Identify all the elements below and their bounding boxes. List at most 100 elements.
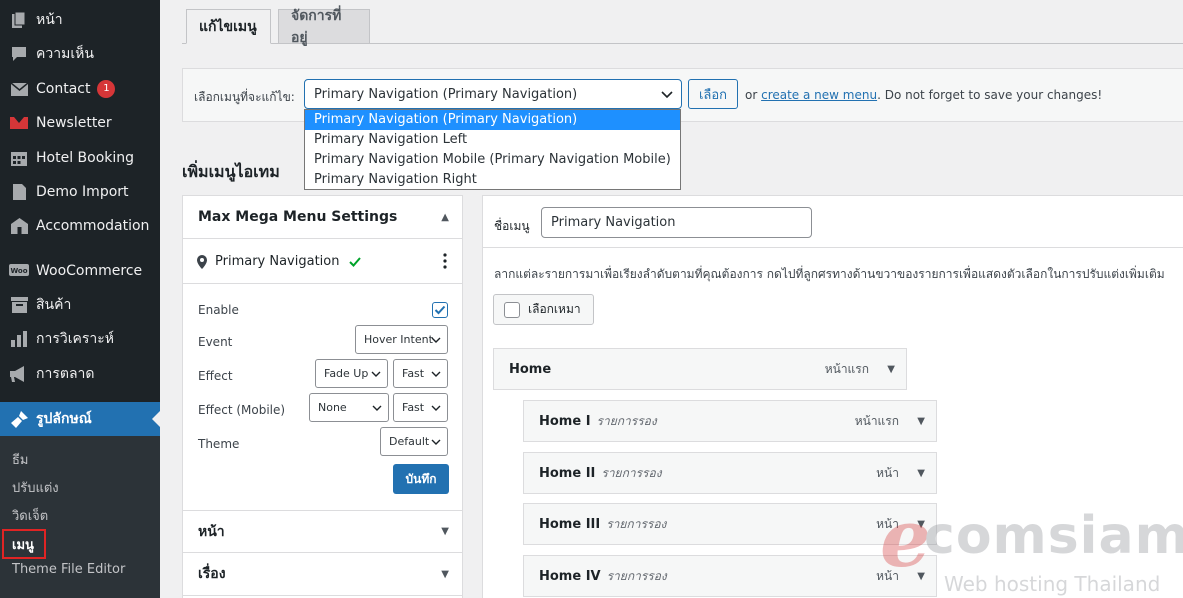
menu-item-bar[interactable]: Home IV รายการรอง หน้า ▼ bbox=[523, 555, 937, 597]
create-menu-note: or create a new menu. Do not forget to s… bbox=[745, 88, 1102, 102]
effect-value: Fade Up bbox=[324, 367, 369, 380]
mega-menu-title: Max Mega Menu Settings bbox=[198, 209, 398, 225]
tab-edit-menus[interactable]: แก้ไขเมนู bbox=[186, 9, 271, 44]
mega-menu-settings-header[interactable]: Max Mega Menu Settings ▲ bbox=[183, 196, 462, 239]
expand-arrow-icon[interactable]: ▼ bbox=[917, 468, 925, 479]
menu-select-value: Primary Navigation (Primary Navigation) bbox=[314, 86, 578, 102]
sidebar-item-demo-import[interactable]: Demo Import bbox=[0, 175, 160, 209]
enable-label: Enable bbox=[198, 303, 239, 317]
building-icon bbox=[9, 216, 29, 236]
sidebar-item-contact[interactable]: Contact 1 bbox=[0, 72, 160, 106]
accordion-pages-header[interactable]: หน้า ▼ bbox=[183, 510, 462, 553]
submenu-item-theme-file-editor[interactable]: Theme File Editor bbox=[12, 562, 125, 577]
sidebar-item-label: Accommodation bbox=[36, 218, 150, 234]
sidebar-item-appearance[interactable]: รูปลักษณ์ bbox=[0, 402, 160, 436]
menu-item-type: หน้า bbox=[876, 516, 899, 531]
tab-manage-locations[interactable]: จัดการที่อยู่ bbox=[278, 8, 370, 46]
event-select[interactable]: Hover Intent bbox=[355, 325, 448, 354]
menu-item-bar[interactable]: Home III รายการรอง หน้า ▼ bbox=[523, 503, 937, 545]
menu-item-title: Home I bbox=[539, 413, 591, 429]
menu-name-input[interactable]: Primary Navigation bbox=[541, 207, 812, 238]
collapse-arrow-icon: ▲ bbox=[441, 211, 449, 223]
note-prefix: or bbox=[745, 88, 762, 102]
structure-divider bbox=[483, 247, 1183, 248]
sidebar-item-accommodation[interactable]: Accommodation bbox=[0, 209, 160, 243]
more-options-icon[interactable] bbox=[443, 253, 447, 269]
theme-select[interactable]: Default bbox=[380, 427, 448, 456]
menu-item-type: หน้าแรก bbox=[854, 413, 899, 428]
menu-option[interactable]: Primary Navigation (Primary Navigation) bbox=[305, 110, 680, 130]
menu-item-type: หน้า bbox=[876, 465, 899, 480]
effect-select[interactable]: Fade Up bbox=[315, 359, 388, 388]
accordion-posts-title: เรื่อง bbox=[198, 566, 226, 582]
chart-icon bbox=[9, 329, 29, 349]
menu-name-label: ชื่อเมนู bbox=[494, 219, 530, 233]
sidebar-item-newsletter[interactable]: Newsletter bbox=[0, 106, 160, 140]
newsletter-icon bbox=[9, 113, 29, 133]
location-pin-icon bbox=[197, 254, 207, 269]
menu-item-subtitle: รายการรอง bbox=[606, 568, 667, 583]
sidebar-item-hotel-booking[interactable]: Hotel Booking bbox=[0, 141, 160, 175]
sidebar-item-marketing[interactable]: การตลาด bbox=[0, 357, 160, 391]
save-settings-button[interactable]: บันทึก bbox=[393, 464, 449, 494]
sidebar-item-pages[interactable]: หน้า bbox=[0, 3, 160, 37]
sidebar-item-label: Newsletter bbox=[36, 115, 112, 131]
bulk-select-checkbox[interactable] bbox=[504, 301, 520, 318]
sidebar-item-label: WooCommerce bbox=[36, 263, 143, 279]
menu-option[interactable]: Primary Navigation Left bbox=[305, 130, 680, 150]
sidebar-item-woocommerce[interactable]: Woo WooCommerce bbox=[0, 254, 160, 288]
expand-arrow-icon: ▼ bbox=[441, 568, 449, 580]
menu-item-bar[interactable]: Home I รายการรอง หน้าแรก ▼ bbox=[523, 400, 937, 442]
effect-label: Effect bbox=[198, 369, 233, 383]
menu-item-bar[interactable]: Home หน้าแรก ▼ bbox=[493, 348, 907, 390]
effect-mobile-select[interactable]: None bbox=[309, 393, 389, 422]
expand-arrow-icon: ▼ bbox=[441, 526, 449, 537]
sidebar-item-label: ความเห็น bbox=[36, 46, 94, 62]
menu-select-dropdown[interactable]: Primary Navigation (Primary Navigation) bbox=[304, 79, 682, 109]
note-suffix: . Do not forget to save your changes! bbox=[877, 88, 1103, 102]
effect-mobile-label: Effect (Mobile) bbox=[198, 403, 286, 417]
theme-value: Default bbox=[389, 435, 430, 448]
effect-mobile-speed-select[interactable]: Fast bbox=[393, 393, 448, 422]
mega-menu-location: Primary Navigation bbox=[183, 240, 462, 284]
woo-icon: Woo bbox=[9, 261, 29, 281]
menu-item-bar[interactable]: Home II รายการรอง หน้า ▼ bbox=[523, 452, 937, 494]
submenu-item-widgets[interactable]: วิดเจ็ต bbox=[12, 505, 48, 526]
chevron-down-icon bbox=[430, 334, 442, 349]
expand-arrow-icon[interactable]: ▼ bbox=[887, 364, 895, 375]
menu-item-subtitle: รายการรอง bbox=[601, 465, 662, 480]
expand-arrow-icon[interactable]: ▼ bbox=[917, 416, 925, 427]
document-icon bbox=[9, 182, 29, 202]
sidebar-item-label: การตลาด bbox=[36, 366, 95, 382]
sidebar-item-comments[interactable]: ความเห็น bbox=[0, 37, 160, 71]
mail-icon bbox=[9, 79, 29, 99]
select-menu-button[interactable]: เลือก bbox=[688, 79, 738, 109]
effect-speed-select[interactable]: Fast bbox=[393, 359, 448, 388]
enable-checkbox[interactable] bbox=[432, 302, 448, 318]
expand-arrow-icon[interactable]: ▼ bbox=[917, 571, 925, 582]
bulk-select-label: เลือกเหมา bbox=[528, 302, 581, 316]
submenu-item-customize[interactable]: ปรับแต่ง bbox=[12, 477, 59, 498]
sidebar-item-label: รูปลักษณ์ bbox=[36, 411, 92, 427]
menu-item-title: Home bbox=[509, 361, 552, 377]
chevron-down-icon bbox=[370, 368, 382, 383]
menu-option[interactable]: Primary Navigation Right bbox=[305, 170, 680, 190]
appearance-submenu: ธีม ปรับแต่ง วิดเจ็ต เมนู Theme File Edi… bbox=[0, 436, 160, 598]
comment-icon bbox=[9, 44, 29, 64]
menu-item-type: หน้า bbox=[876, 568, 899, 583]
add-items-accordion: Max Mega Menu Settings ▲ Primary Navigat… bbox=[182, 195, 463, 598]
sidebar-item-label: Contact bbox=[36, 81, 91, 97]
menu-item-title: Home III bbox=[539, 516, 601, 532]
chevron-down-icon bbox=[660, 87, 674, 105]
accordion-posts-header[interactable]: เรื่อง ▼ bbox=[183, 553, 462, 596]
menu-option[interactable]: Primary Navigation Mobile (Primary Navig… bbox=[305, 150, 680, 170]
drag-instructions: ลากแต่ละรายการมาเพื่อเรียงลำดับตามที่คุณ… bbox=[494, 267, 1165, 281]
menu-item-title: Home IV bbox=[539, 568, 601, 584]
submenu-item-themes[interactable]: ธีม bbox=[12, 449, 29, 470]
create-new-menu-link[interactable]: create a new menu bbox=[761, 88, 877, 102]
sidebar-item-products[interactable]: สินค้า bbox=[0, 288, 160, 322]
bulk-select-button[interactable]: เลือกเหมา bbox=[493, 294, 594, 325]
menu-item-type: หน้าแรก bbox=[824, 361, 869, 376]
expand-arrow-icon[interactable]: ▼ bbox=[917, 519, 925, 530]
sidebar-item-analytics[interactable]: การวิเคราะห์ bbox=[0, 322, 160, 356]
